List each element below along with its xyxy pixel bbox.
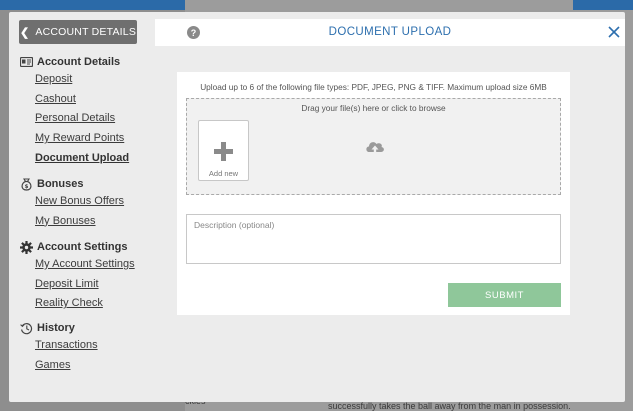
section-title: Bonuses (37, 178, 84, 190)
main-content: DOCUMENT UPLOAD ? Upload up to 6 of the … (155, 12, 625, 402)
sidebar-item-my-reward-points[interactable]: My Reward Points (35, 129, 129, 149)
background-text: successfully takes the ball away from th… (328, 401, 571, 411)
account-modal: ❮ ACCOUNT DETAILS Account Details Deposi… (9, 12, 625, 402)
upload-instructions: Upload up to 6 of the following file typ… (200, 82, 547, 92)
background-topbar-right (573, 0, 633, 10)
chevron-left-icon: ❮ (19, 26, 30, 39)
sidebar-item-transactions[interactable]: Transactions (35, 336, 98, 356)
gear-icon (19, 240, 33, 254)
section-history: History Transactions Games (19, 320, 98, 375)
sidebar-item-personal-details[interactable]: Personal Details (35, 109, 129, 129)
sidebar-item-new-bonus-offers[interactable]: New Bonus Offers (35, 192, 124, 212)
modal-header: DOCUMENT UPLOAD ? (155, 19, 625, 46)
history-icon (19, 321, 33, 335)
back-button-label: ACCOUNT DETAILS (35, 26, 137, 38)
section-account-settings: Account Settings My Account Settings Dep… (19, 239, 135, 314)
sidebar-item-reality-check[interactable]: Reality Check (35, 294, 135, 314)
cloud-upload-icon (366, 142, 384, 155)
section-title: History (37, 322, 75, 334)
plus-icon (214, 142, 233, 161)
add-new-file-button[interactable]: Add new (198, 120, 249, 181)
help-icon[interactable]: ? (187, 26, 200, 39)
submit-button[interactable]: SUBMIT (448, 283, 561, 307)
sidebar-item-document-upload[interactable]: Document Upload (35, 149, 129, 169)
page-title: DOCUMENT UPLOAD (328, 26, 452, 38)
sidebar-item-my-account-settings[interactable]: My Account Settings (35, 255, 135, 275)
sidebar-item-deposit-limit[interactable]: Deposit Limit (35, 275, 135, 295)
section-title: Account Details (37, 56, 121, 68)
svg-text:$: $ (24, 184, 28, 190)
sidebar-item-deposit[interactable]: Deposit (35, 70, 129, 90)
sidebar-item-my-bonuses[interactable]: My Bonuses (35, 212, 124, 232)
section-title: Account Settings (37, 241, 128, 253)
upload-panel: Upload up to 6 of the following file typ… (177, 72, 570, 315)
sidebar: ❮ ACCOUNT DETAILS Account Details Deposi… (9, 12, 155, 402)
description-field[interactable] (186, 214, 561, 264)
close-icon[interactable] (607, 25, 621, 39)
section-account-details: Account Details Deposit Cashout Personal… (19, 54, 129, 168)
section-bonuses: $ Bonuses New Bonus Offers My Bonuses (19, 176, 124, 231)
money-bag-icon: $ (19, 177, 33, 191)
add-new-label: Add new (208, 169, 239, 178)
sidebar-item-games[interactable]: Games (35, 356, 98, 376)
background-topbar (0, 0, 185, 10)
file-dropzone[interactable]: Drag your file(s) here or click to brows… (186, 98, 561, 195)
dropzone-text: Drag your file(s) here or click to brows… (301, 103, 446, 113)
id-card-icon (19, 55, 33, 69)
account-details-back-button[interactable]: ❮ ACCOUNT DETAILS (19, 20, 137, 44)
sidebar-item-cashout[interactable]: Cashout (35, 90, 129, 110)
